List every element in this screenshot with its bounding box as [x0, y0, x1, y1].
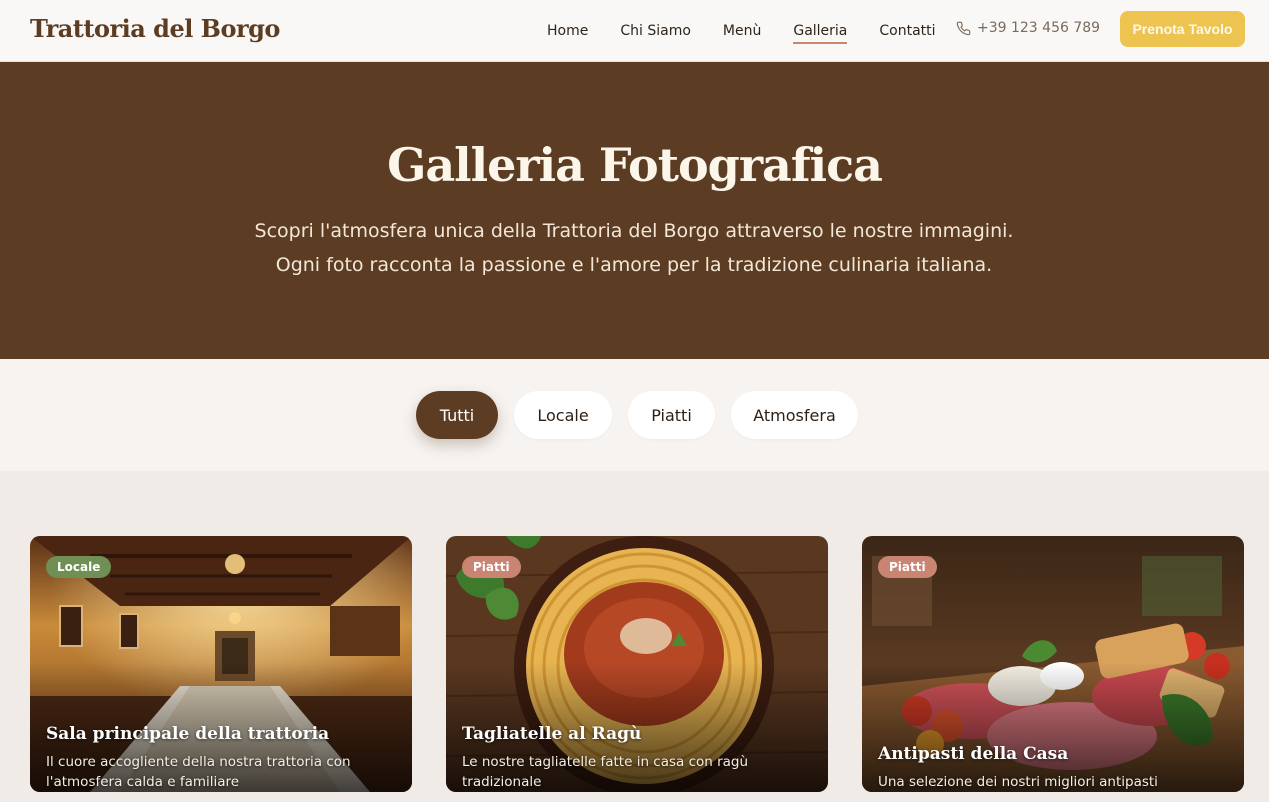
filter-locale[interactable]: Locale [514, 391, 612, 439]
category-badge: Piatti [462, 556, 521, 578]
nav-home[interactable]: Home [547, 23, 588, 39]
category-badge: Locale [46, 556, 112, 578]
card-description: Il cuore accogliente della nostra tratto… [46, 754, 351, 790]
page-subtitle: Scopri l'atmosfera unica della Trattoria… [254, 220, 1014, 276]
card-title: Tagliatelle al Ragù [462, 724, 642, 744]
filter-tutti[interactable]: Tutti [416, 391, 498, 439]
gallery-card-tagliatelle[interactable]: Piatti Tagliatelle al Ragù Le nostre tag… [446, 536, 828, 792]
category-badge: Piatti [878, 556, 937, 578]
prenota-tavolo-button[interactable]: Prenota Tavolo [1120, 11, 1245, 47]
card-description: Le nostre tagliatelle fatte in casa con … [462, 754, 749, 790]
page-title: Galleria Fotografica [387, 138, 883, 192]
hero-section: Galleria Fotografica Scopri l'atmosfera … [0, 62, 1269, 359]
gallery-card-sala[interactable]: Locale Sala principale della trattoria I… [30, 536, 412, 792]
phone-icon [956, 21, 971, 35]
card-title: Antipasti della Casa [878, 744, 1069, 764]
site-logo[interactable]: Trattoria del Borgo [30, 14, 280, 43]
nav-menu[interactable]: Menù [723, 23, 761, 39]
main-nav: Home Chi Siamo Menù Galleria Contatti [547, 0, 968, 62]
filter-atmosfera[interactable]: Atmosfera [731, 391, 858, 439]
site-header: Trattoria del Borgo Home Chi Siamo Menù … [0, 0, 1269, 62]
gallery-filters: Tutti Locale Piatti Atmosfera [0, 359, 1269, 471]
card-title: Sala principale della trattoria [46, 724, 330, 744]
filter-piatti[interactable]: Piatti [628, 391, 715, 439]
nav-galleria[interactable]: Galleria [793, 23, 848, 44]
nav-contatti[interactable]: Contatti [879, 23, 935, 39]
nav-chi-siamo[interactable]: Chi Siamo [620, 23, 691, 39]
phone-number: +39 123 456 789 [977, 20, 1101, 36]
gallery-card-antipasti[interactable]: Piatti Antipasti della Casa Una selezion… [862, 536, 1244, 792]
phone-link[interactable]: +39 123 456 789 [956, 20, 1100, 36]
card-description: Una selezione dei nostri migliori antipa… [878, 774, 1158, 790]
